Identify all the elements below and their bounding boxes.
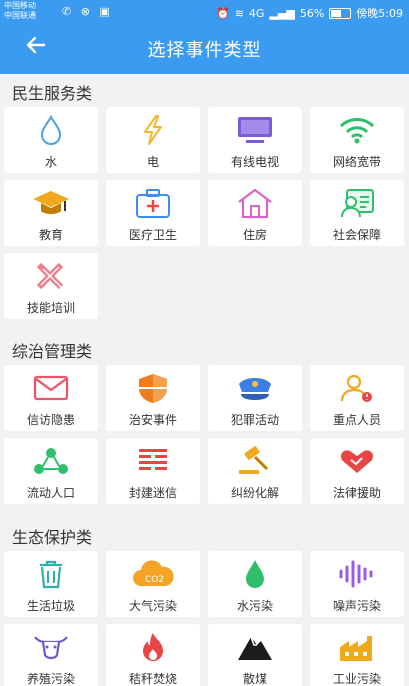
category-tile[interactable]: 有线电视 (208, 107, 302, 173)
category-tile[interactable]: 水 (4, 107, 98, 173)
category-list[interactable]: 民生服务类水 电 有线电视 网络宽带教育 医疗卫生 住房 社会保障技能培训综治管理类信访隐患… (0, 74, 409, 686)
alarm-icon: ⏰ (216, 6, 230, 20)
category-tile[interactable]: 电 (106, 107, 200, 173)
category-label: 噪声污染 (332, 599, 381, 613)
graduation-cap-icon (4, 187, 98, 219)
category-tile[interactable]: 信访隐患 (4, 365, 98, 431)
id-card-icon (310, 187, 404, 219)
signal-icon: ▂▄▆ (269, 6, 295, 20)
section-title: 综治管理类 (12, 342, 93, 361)
category-label: 秸秆焚烧 (128, 672, 177, 686)
category-tile[interactable]: 封建迷信 (106, 438, 200, 504)
category-label: 流动人口 (26, 486, 75, 500)
category-tile[interactable]: 教育 (4, 180, 98, 246)
person-alert-icon (310, 372, 404, 404)
category-label: 电 (146, 155, 159, 169)
category-label: 犯罪活动 (230, 413, 279, 427)
clock: 傍晚5:09 (356, 7, 403, 20)
category-tile[interactable]: 治安事件 (106, 365, 200, 431)
co2-cloud-icon: CO2 (106, 558, 200, 590)
category-tile[interactable]: 技能培训 (4, 253, 98, 319)
category-label: 大气污染 (128, 599, 177, 613)
category-label: 技能培训 (26, 301, 75, 315)
people-network-icon (4, 445, 98, 477)
category-label: 重点人员 (332, 413, 381, 427)
handshake-icon (310, 445, 404, 477)
category-label: 养殖污染 (26, 672, 75, 686)
category-tile[interactable]: 纠纷化解 (208, 438, 302, 504)
category-tile[interactable]: 秸秆焚烧 (106, 624, 200, 686)
section-title: 民生服务类 (12, 84, 93, 103)
category-label: 工业污染 (332, 672, 381, 686)
factory-icon (310, 631, 404, 663)
hexagram-icon (106, 445, 200, 477)
category-tile[interactable]: 水污染 (208, 551, 302, 617)
battery-percent: 56% (299, 6, 325, 20)
wifi-icon (310, 114, 404, 146)
category-tile[interactable]: 法律援助 (310, 438, 404, 504)
svg-text:CO2: CO2 (145, 575, 164, 585)
category-tile[interactable]: 生活垃圾 (4, 551, 98, 617)
coal-pile-icon (208, 631, 302, 663)
trash-can-icon (4, 558, 98, 590)
category-tile[interactable]: 工业污染 (310, 624, 404, 686)
network-type: 4G (248, 6, 265, 20)
category-label: 网络宽带 (332, 155, 381, 169)
category-tile[interactable]: 网络宽带 (310, 107, 404, 173)
category-label: 封建迷信 (128, 486, 177, 500)
category-label: 有线电视 (230, 155, 279, 169)
category-label: 水 (44, 155, 57, 169)
app-bar: 选择事件类型 (0, 24, 409, 74)
carrier-info: 中国移动 中国联通 (4, 1, 36, 21)
category-label: 信访隐患 (26, 413, 75, 427)
section-title: 生态保护类 (12, 528, 93, 547)
first-aid-kit-icon (106, 187, 200, 219)
lightning-icon (106, 114, 200, 146)
notification-icons: ✆ ⊗ ▣ (62, 5, 113, 18)
wifi-status-icon: ≋ (234, 6, 244, 20)
category-tile[interactable]: 医疗卫生 (106, 180, 200, 246)
ox-head-icon (4, 631, 98, 663)
tools-icon (4, 260, 98, 292)
category-tile[interactable]: 养殖污染 (4, 624, 98, 686)
category-label: 法律援助 (332, 486, 381, 500)
shield-icon (106, 372, 200, 404)
envelope-icon (4, 372, 98, 404)
category-label: 教育 (38, 228, 63, 242)
status-right: ⏰ ≋ 4G ▂▄▆ 56% 傍晚5:09 (216, 5, 403, 21)
sound-wave-icon (310, 558, 404, 590)
category-label: 住房 (242, 228, 267, 242)
page-title: 选择事件类型 (147, 40, 262, 61)
carrier-1: 中国移动 (4, 1, 36, 10)
category-label: 治安事件 (128, 413, 177, 427)
category-tile[interactable]: 散煤 (208, 624, 302, 686)
category-tile[interactable]: 社会保障 (310, 180, 404, 246)
carrier-2: 中国联通 (4, 11, 36, 20)
police-cap-icon (208, 372, 302, 404)
category-tile[interactable]: 犯罪活动 (208, 365, 302, 431)
status-bar: 中国移动 中国联通 ✆ ⊗ ▣ ⏰ ≋ 4G ▂▄▆ 56% 傍晚5:09 (0, 0, 409, 24)
category-label: 医疗卫生 (128, 228, 177, 242)
tv-icon (208, 114, 302, 146)
green-drop-icon (208, 558, 302, 590)
category-tile[interactable]: 住房 (208, 180, 302, 246)
category-label: 散煤 (242, 672, 267, 686)
category-label: 纠纷化解 (230, 486, 279, 500)
fire-icon (106, 631, 200, 663)
house-icon (208, 187, 302, 219)
category-tile[interactable]: 流动人口 (4, 438, 98, 504)
category-label: 社会保障 (332, 228, 381, 242)
category-label: 水污染 (236, 599, 273, 613)
category-tile[interactable]: 重点人员 (310, 365, 404, 431)
gavel-icon (208, 445, 302, 477)
category-tile[interactable]: CO2 大气污染 (106, 551, 200, 617)
category-tile[interactable]: 噪声污染 (310, 551, 404, 617)
category-label: 生活垃圾 (26, 599, 75, 613)
battery-icon (329, 7, 352, 19)
water-drop-icon (4, 114, 98, 146)
